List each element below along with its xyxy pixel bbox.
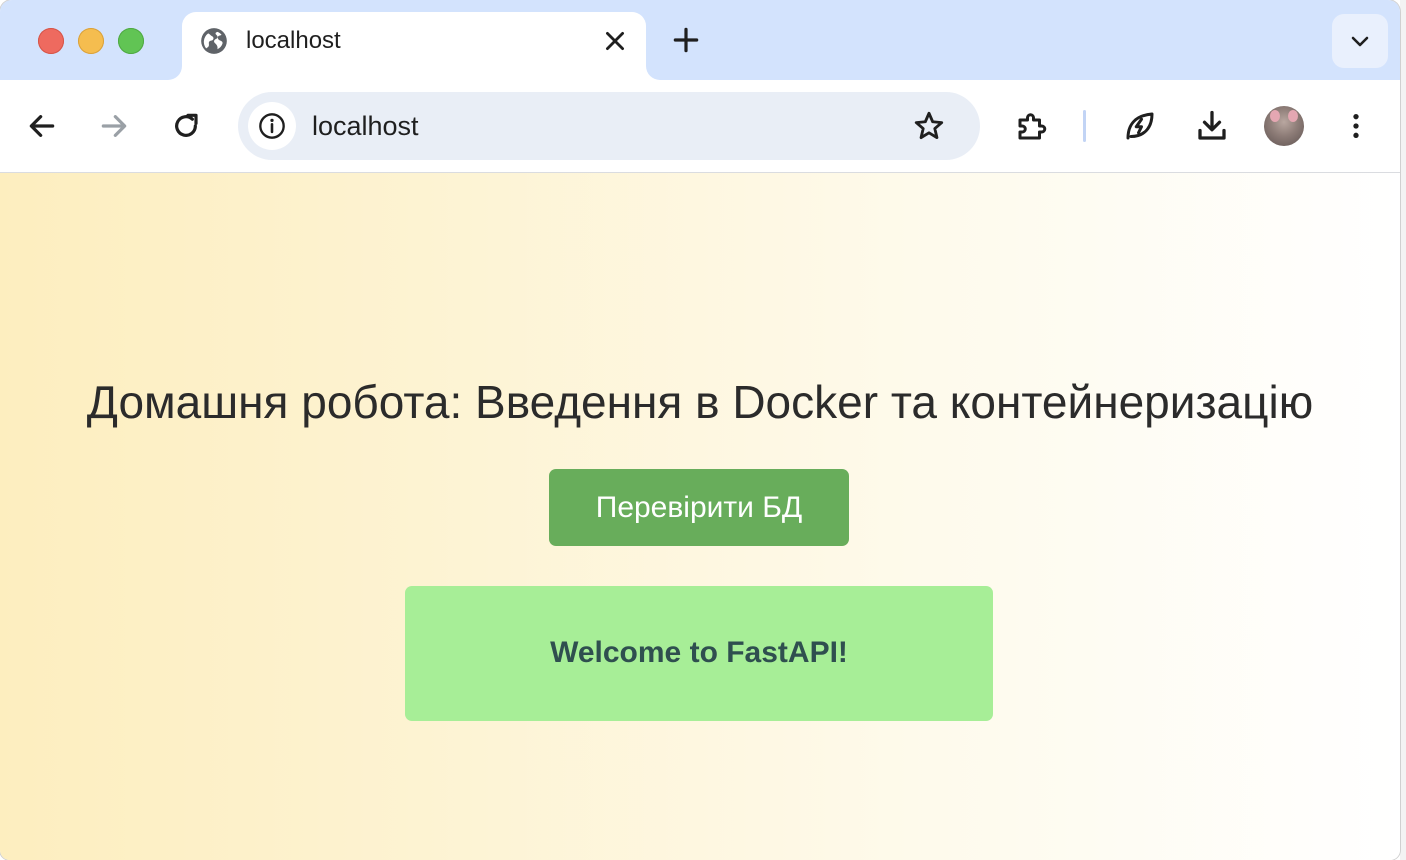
chevron-down-icon — [1351, 36, 1369, 47]
browser-window: localhost localhost Домашня робота: Введ… — [0, 0, 1400, 860]
page-title: Домашня робота: Введення в Docker та кон… — [86, 376, 1314, 428]
site-info-button[interactable] — [248, 102, 296, 150]
arrow-left-icon[interactable] — [26, 110, 58, 142]
window-maximize-button[interactable] — [118, 28, 144, 54]
close-icon[interactable] — [602, 28, 628, 54]
window-close-button[interactable] — [38, 28, 64, 54]
avatar[interactable] — [1264, 106, 1304, 146]
kebab-menu-icon[interactable] — [1340, 110, 1372, 142]
toolbar-divider — [1083, 110, 1086, 142]
tab-search-button[interactable] — [1332, 14, 1388, 68]
toolbar: localhost — [0, 80, 1400, 173]
globe-icon — [201, 28, 227, 54]
url-text[interactable]: localhost — [312, 108, 419, 144]
plus-icon[interactable] — [670, 24, 702, 56]
download-icon[interactable] — [1194, 108, 1230, 144]
puzzle-icon[interactable] — [1014, 108, 1050, 144]
info-icon — [259, 113, 285, 139]
window-minimize-button[interactable] — [78, 28, 104, 54]
tab-title: localhost — [246, 27, 341, 54]
page-content: Домашня робота: Введення в Docker та кон… — [0, 173, 1400, 860]
background-window-edge — [1400, 0, 1406, 860]
arrow-right-icon[interactable] — [98, 110, 130, 142]
address-bar[interactable]: localhost — [238, 92, 980, 160]
leaf-bolt-icon[interactable] — [1122, 108, 1158, 144]
tab-localhost[interactable]: localhost — [182, 12, 646, 80]
check-db-button[interactable]: Перевірити БД — [549, 469, 849, 546]
result-box: Welcome to FastAPI! — [405, 586, 993, 721]
star-icon[interactable] — [912, 109, 946, 143]
result-message: Welcome to FastAPI! — [550, 636, 848, 669]
reload-icon[interactable] — [170, 110, 202, 142]
tab-strip: localhost — [0, 0, 1400, 80]
